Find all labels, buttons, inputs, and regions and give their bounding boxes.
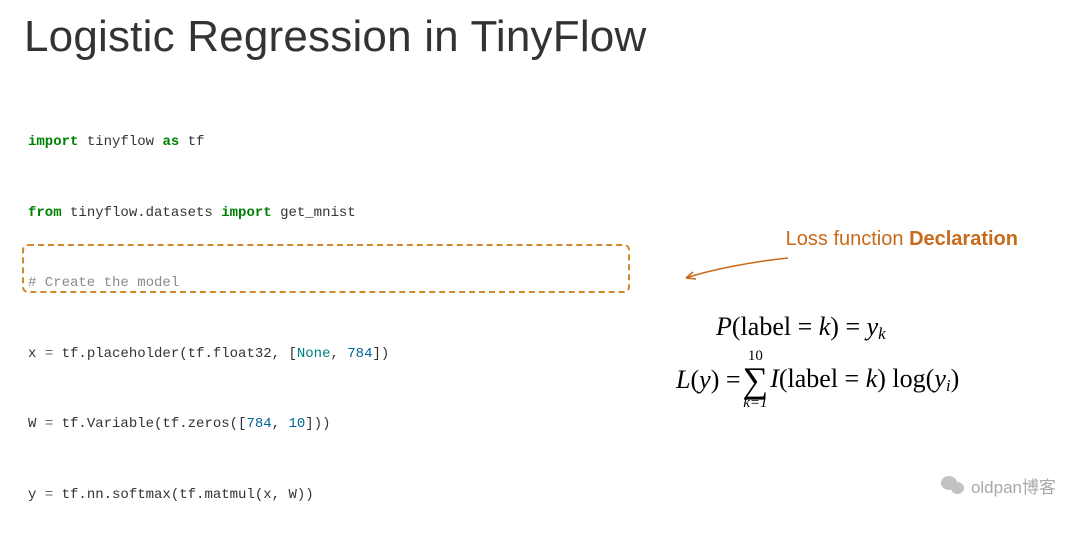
watermark: oldpan博客 bbox=[941, 473, 1056, 498]
wechat-icon bbox=[941, 474, 965, 498]
slide-title: Logistic Regression in TinyFlow bbox=[24, 12, 646, 62]
code-line: import tinyflow as tf bbox=[28, 131, 742, 155]
formula-line-2: L(y) = 10 ∑ k=1 I(label = k) log(yi) bbox=[676, 348, 1076, 412]
formula-block: P(label = k) = yk L(y) = 10 ∑ k=1 I(labe… bbox=[676, 312, 1076, 412]
code-line: y = tf.nn.softmax(tf.matmul(x, W)) bbox=[28, 484, 742, 508]
watermark-text: oldpan博客 bbox=[971, 473, 1056, 498]
annotation-label: Loss function Declaration bbox=[786, 228, 1018, 251]
formula-line-1: P(label = k) = yk bbox=[716, 312, 1076, 344]
code-line: W = tf.Variable(tf.zeros([784, 10])) bbox=[28, 413, 742, 437]
code-line: x = tf.placeholder(tf.float32, [None, 78… bbox=[28, 343, 742, 367]
highlight-box bbox=[22, 244, 630, 293]
code-block: import tinyflow as tf from tinyflow.data… bbox=[28, 84, 742, 542]
code-line: from tinyflow.datasets import get_mnist bbox=[28, 202, 742, 226]
summation-icon: 10 ∑ k=1 bbox=[743, 348, 769, 412]
